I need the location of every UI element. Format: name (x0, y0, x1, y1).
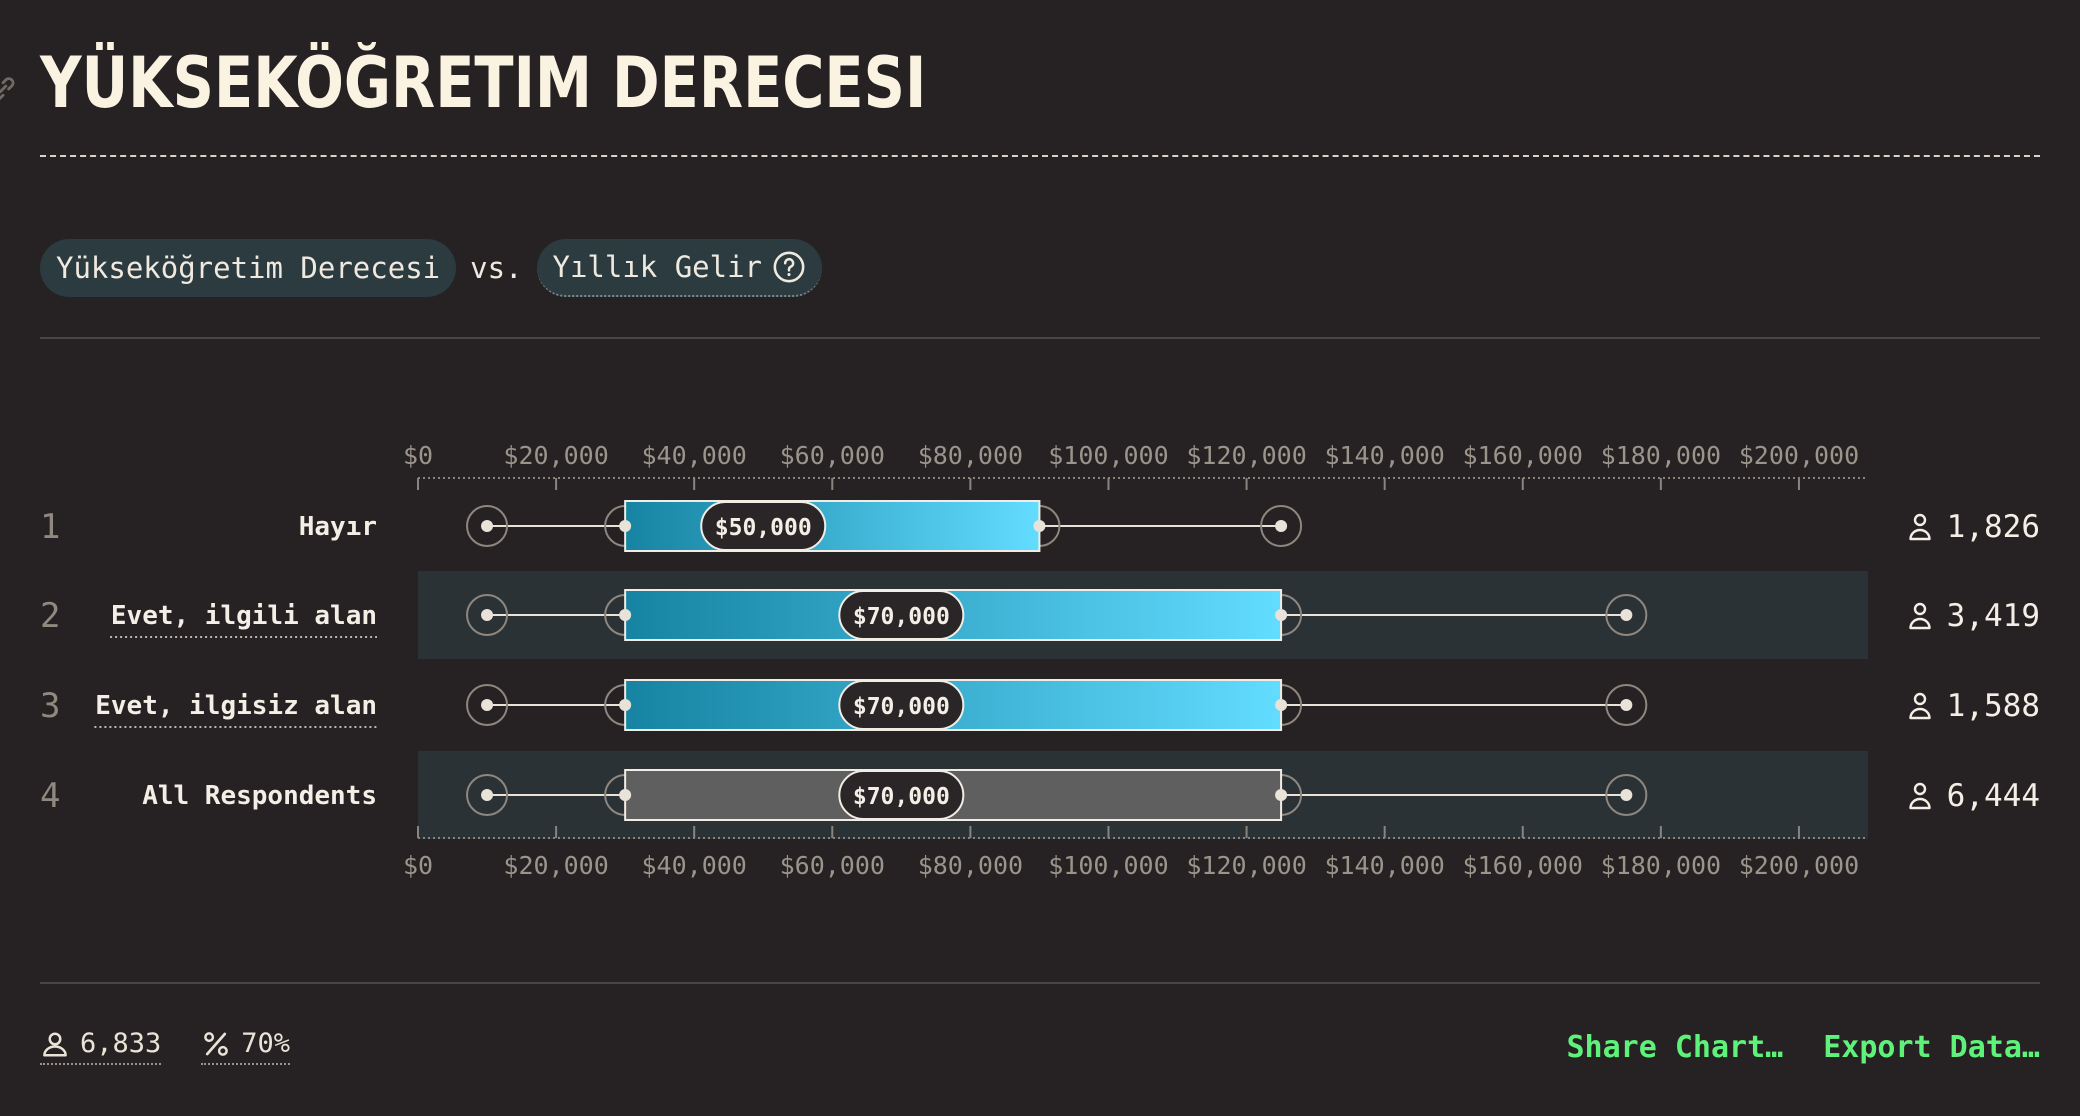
q1-point (619, 699, 632, 711)
axis-tick-label: $100,000 (1048, 441, 1168, 470)
whisker-high-point (1620, 789, 1633, 801)
axis-tick-label: $180,000 (1601, 851, 1721, 880)
person-icon (1909, 692, 1931, 720)
q1-point (619, 609, 632, 621)
whisker-low-point (481, 609, 494, 621)
person-icon (43, 1032, 67, 1056)
row-rank: 4 (40, 776, 60, 816)
filter-row: Yükseköğretim Derecesi vs. Yıllık Gelir (40, 238, 823, 298)
axis-tick-label: $0 (403, 851, 433, 880)
axis-tick-label: $60,000 (780, 851, 885, 880)
row-count-value: 6,444 (1947, 778, 2040, 814)
axis-tick-label: $20,000 (503, 851, 608, 880)
person-icon (1909, 602, 1931, 630)
row-rank: 3 (40, 686, 60, 726)
link-icon[interactable] (0, 72, 20, 106)
row-count-value: 1,826 (1947, 509, 2040, 545)
help-icon[interactable] (772, 250, 806, 284)
share-chart-button[interactable]: Share Chart… (1567, 1030, 1784, 1065)
row-count-value: 1,588 (1947, 688, 2040, 724)
axis-tick-label: $160,000 (1463, 851, 1583, 880)
boxplot-chart: $0 $20,000 $40,000 $60,000 $80,000 $100,000 $1… (40, 441, 2040, 880)
axis-tick-label: $120,000 (1186, 441, 1306, 470)
median-label: $70,000 (853, 784, 950, 810)
q3-point (1033, 520, 1046, 532)
row-label[interactable]: Evet, ilgisiz alan (95, 691, 377, 721)
footer-actions: Share Chart… Export Data… (1567, 1030, 2041, 1065)
primary-variable-pill[interactable]: Yükseköğretim Derecesi (40, 239, 457, 297)
whisker-high-point (1275, 520, 1288, 532)
axis-tick-label: $180,000 (1601, 441, 1721, 470)
row-count: 1,826 (1909, 509, 2040, 545)
whisker-high-point (1620, 699, 1633, 711)
secondary-variable-label: Yıllık Gelir (552, 250, 763, 284)
row-count: 3,419 (1909, 598, 2040, 634)
median-label: $50,000 (715, 515, 812, 541)
axis-tick-label: $80,000 (918, 851, 1023, 880)
page-title: YÜKSEKÖĞRETIM DERECESI (40, 42, 927, 124)
vs-label: vs. (470, 251, 523, 285)
axis-tick-label: $140,000 (1324, 851, 1444, 880)
total-respondents-stat[interactable]: 6,833 (40, 1028, 162, 1065)
q3-point (1275, 789, 1288, 801)
row-label[interactable]: Evet, ilgili alan (111, 601, 377, 631)
q3-point (1275, 699, 1288, 711)
axis-tick-label: $40,000 (642, 851, 747, 880)
whisker-low-point (481, 520, 494, 532)
median-label: $70,000 (853, 604, 950, 630)
whisker-high-point (1620, 609, 1633, 621)
axis-tick-label: $200,000 (1739, 441, 1859, 470)
axis-tick-label: $200,000 (1739, 851, 1859, 880)
whisker-low-point (481, 789, 494, 801)
axis-tick-label: $60,000 (780, 441, 885, 470)
row-count: 6,444 (1909, 778, 2040, 814)
percent-icon (204, 1031, 229, 1056)
primary-variable-label: Yükseköğretim Derecesi (56, 251, 441, 285)
row-label: Hayır (299, 512, 377, 542)
axis-tick-label: $100,000 (1048, 851, 1168, 880)
q1-point (619, 789, 632, 801)
footer-divider (40, 982, 2040, 984)
axis-tick-label: $20,000 (503, 441, 608, 470)
row-label: All Respondents (142, 781, 377, 811)
axis-tick-label: $140,000 (1324, 441, 1444, 470)
row-count-value: 3,419 (1947, 598, 2040, 634)
filter-divider (40, 337, 2040, 339)
percent-stat[interactable]: 70% (201, 1028, 291, 1065)
axis-tick-label: $160,000 (1463, 441, 1583, 470)
q1-point (619, 520, 632, 532)
total-respondents-value: 6,833 (80, 1028, 162, 1059)
median-label: $70,000 (853, 694, 950, 720)
row-rank: 1 (40, 507, 60, 547)
axis-tick-label: $0 (403, 441, 433, 470)
footer-stats: 6,833 70% (40, 1028, 291, 1065)
axis-tick-label: $80,000 (918, 441, 1023, 470)
person-icon (1909, 782, 1931, 810)
axis-tick-label: $120,000 (1186, 851, 1306, 880)
row-rank: 2 (40, 596, 60, 636)
export-data-button[interactable]: Export Data… (1823, 1030, 2040, 1065)
title-divider (40, 155, 2040, 157)
whisker-low-point (481, 699, 494, 711)
axis-tick-label: $40,000 (642, 441, 747, 470)
q3-point (1275, 609, 1288, 621)
percent-value: 70% (241, 1028, 291, 1059)
secondary-variable-pill[interactable]: Yıllık Gelir (536, 239, 823, 297)
person-icon (1909, 513, 1931, 541)
iqr-box[interactable] (624, 500, 1041, 552)
row-count: 1,588 (1909, 688, 2040, 724)
